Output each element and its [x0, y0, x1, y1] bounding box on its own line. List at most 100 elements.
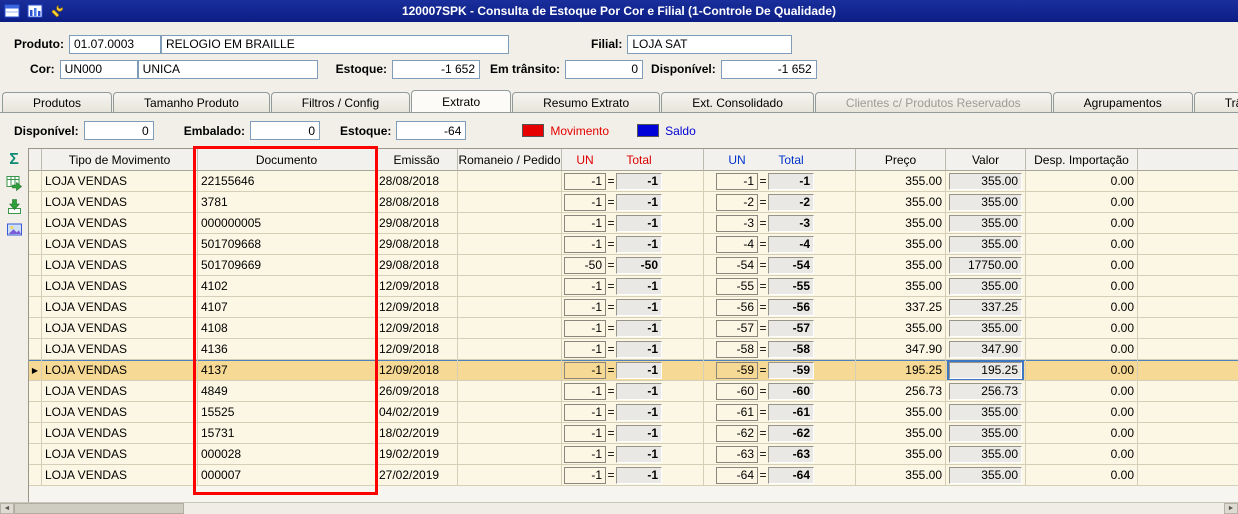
cell-emissao[interactable]: 29/08/2018: [376, 213, 458, 234]
scrollbar-thumb[interactable]: [14, 503, 184, 514]
cell-emissao[interactable]: 12/09/2018: [376, 297, 458, 318]
table-row[interactable]: LOJA VENDAS 22155646 28/08/2018 -1 = -1 -1 = -1 3…: [29, 171, 1238, 192]
cell-tipo-movimento[interactable]: LOJA VENDAS: [42, 360, 198, 381]
cell-valor[interactable]: 347.90: [946, 339, 1026, 360]
cell-valor[interactable]: 355.00: [946, 444, 1026, 465]
cor-code-field[interactable]: UN000: [59, 59, 138, 79]
cell-preco[interactable]: 355.00: [856, 423, 946, 444]
saldo-un-value[interactable]: -54: [716, 256, 758, 274]
cell-saldo[interactable]: -4 = -4: [704, 234, 856, 255]
table-row[interactable]: LOJA VENDAS 4108 12/09/2018 -1 = -1 -57 = -57 355…: [29, 318, 1238, 339]
movimento-un-value[interactable]: -50: [564, 256, 606, 274]
header-valor[interactable]: Valor: [946, 149, 1026, 171]
header-romaneio-pedido[interactable]: Romaneio / Pedido: [458, 149, 562, 171]
cell-documento[interactable]: 000000005: [198, 213, 376, 234]
cell-desp-importacao[interactable]: 0.00: [1026, 318, 1138, 339]
cell-valor[interactable]: 355.00: [946, 171, 1026, 192]
cell-movimento[interactable]: -1 = -1: [562, 171, 704, 192]
cell-romaneio-pedido[interactable]: [458, 381, 562, 402]
cell-emissao[interactable]: 26/09/2018: [376, 381, 458, 402]
header-documento[interactable]: Documento: [198, 149, 376, 171]
filial-field[interactable]: LOJA SAT: [627, 34, 793, 54]
movimento-un-value[interactable]: -1: [564, 340, 606, 358]
cell-romaneio-pedido[interactable]: [458, 423, 562, 444]
cell-preco[interactable]: 355.00: [856, 402, 946, 423]
saldo-un-value[interactable]: -3: [716, 214, 758, 232]
cell-tipo-movimento[interactable]: LOJA VENDAS: [42, 444, 198, 465]
cell-preco[interactable]: 256.73: [856, 381, 946, 402]
cell-tipo-movimento[interactable]: LOJA VENDAS: [42, 465, 198, 486]
summary-disponivel-field[interactable]: 0: [83, 121, 154, 140]
cell-romaneio-pedido[interactable]: [458, 444, 562, 465]
cell-tipo-movimento[interactable]: LOJA VENDAS: [42, 297, 198, 318]
saldo-un-value[interactable]: -55: [716, 277, 758, 295]
cell-romaneio-pedido[interactable]: [458, 360, 562, 381]
cell-movimento[interactable]: -1 = -1: [562, 297, 704, 318]
cell-movimento[interactable]: -1 = -1: [562, 339, 704, 360]
cell-preco[interactable]: 355.00: [856, 318, 946, 339]
cell-saldo[interactable]: -3 = -3: [704, 213, 856, 234]
cell-saldo[interactable]: -62 = -62: [704, 423, 856, 444]
movimento-un-value[interactable]: -1: [564, 403, 606, 421]
cell-saldo[interactable]: -1 = -1: [704, 171, 856, 192]
cell-emissao[interactable]: 19/02/2019: [376, 444, 458, 465]
cell-movimento[interactable]: -1 = -1: [562, 444, 704, 465]
cell-documento[interactable]: 15525: [198, 402, 376, 423]
movimento-un-value[interactable]: -1: [564, 361, 606, 379]
cell-tipo-movimento[interactable]: LOJA VENDAS: [42, 276, 198, 297]
cell-emissao[interactable]: 28/08/2018: [376, 192, 458, 213]
cell-preco[interactable]: 347.90: [856, 339, 946, 360]
movimento-un-value[interactable]: -1: [564, 382, 606, 400]
header-saldo-group[interactable]: UN Total: [704, 149, 856, 171]
cell-movimento[interactable]: -1 = -1: [562, 318, 704, 339]
horizontal-scrollbar[interactable]: ◄ ►: [0, 502, 1238, 514]
produto-name-field[interactable]: RELOGIO EM BRAILLE: [161, 34, 509, 54]
cell-valor[interactable]: 355.00: [946, 423, 1026, 444]
cell-emissao[interactable]: 29/08/2018: [376, 255, 458, 276]
cell-saldo[interactable]: -55 = -55: [704, 276, 856, 297]
summary-embalado-field[interactable]: 0: [250, 121, 321, 140]
cell-valor[interactable]: 17750.00: [946, 255, 1026, 276]
cell-emissao[interactable]: 04/02/2019: [376, 402, 458, 423]
cell-desp-importacao[interactable]: 0.00: [1026, 234, 1138, 255]
cell-preco[interactable]: 355.00: [856, 276, 946, 297]
movimento-un-value[interactable]: -1: [564, 466, 606, 484]
cell-romaneio-pedido[interactable]: [458, 255, 562, 276]
cell-tipo-movimento[interactable]: LOJA VENDAS: [42, 423, 198, 444]
cell-valor[interactable]: 195.25: [946, 360, 1026, 381]
cell-preco[interactable]: 337.25: [856, 297, 946, 318]
saldo-un-value[interactable]: -57: [716, 319, 758, 337]
cell-desp-importacao[interactable]: 0.00: [1026, 255, 1138, 276]
table-row[interactable]: LOJA VENDAS 15731 18/02/2019 -1 = -1 -62 = -62 35…: [29, 423, 1238, 444]
cell-documento[interactable]: 4108: [198, 318, 376, 339]
cell-saldo[interactable]: -54 = -54: [704, 255, 856, 276]
tab-tamanho-produto[interactable]: Tamanho Produto: [113, 92, 270, 112]
cell-movimento[interactable]: -1 = -1: [562, 192, 704, 213]
export-down-icon[interactable]: [5, 197, 23, 215]
movimento-un-value[interactable]: -1: [564, 235, 606, 253]
table-row[interactable]: LOJA VENDAS 000007 27/02/2019 -1 = -1 -64 = -64 3…: [29, 465, 1238, 486]
cell-saldo[interactable]: -57 = -57: [704, 318, 856, 339]
cell-emissao[interactable]: 28/08/2018: [376, 171, 458, 192]
cell-romaneio-pedido[interactable]: [458, 213, 562, 234]
saldo-un-value[interactable]: -1: [716, 172, 758, 190]
movimento-un-value[interactable]: -1: [564, 214, 606, 232]
estoque-field[interactable]: -1 652: [392, 59, 481, 79]
cell-tipo-movimento[interactable]: LOJA VENDAS: [42, 171, 198, 192]
cell-tipo-movimento[interactable]: LOJA VENDAS: [42, 402, 198, 423]
cell-preco[interactable]: 355.00: [856, 465, 946, 486]
sum-sigma-icon[interactable]: Σ: [5, 151, 23, 169]
cell-saldo[interactable]: -2 = -2: [704, 192, 856, 213]
cell-desp-importacao[interactable]: 0.00: [1026, 339, 1138, 360]
cell-saldo[interactable]: -61 = -61: [704, 402, 856, 423]
table-row[interactable]: LOJA VENDAS 501709669 29/08/2018 -50 = -50 -54…: [29, 255, 1238, 276]
cell-tipo-movimento[interactable]: LOJA VENDAS: [42, 381, 198, 402]
cell-preco[interactable]: 355.00: [856, 192, 946, 213]
cell-desp-importacao[interactable]: 0.00: [1026, 465, 1138, 486]
cell-documento[interactable]: 501709668: [198, 234, 376, 255]
cell-movimento[interactable]: -1 = -1: [562, 234, 704, 255]
cell-tipo-movimento[interactable]: LOJA VENDAS: [42, 255, 198, 276]
cell-tipo-movimento[interactable]: LOJA VENDAS: [42, 339, 198, 360]
header-tipo-movimento[interactable]: Tipo de Movimento: [42, 149, 198, 171]
cell-valor[interactable]: 355.00: [946, 234, 1026, 255]
